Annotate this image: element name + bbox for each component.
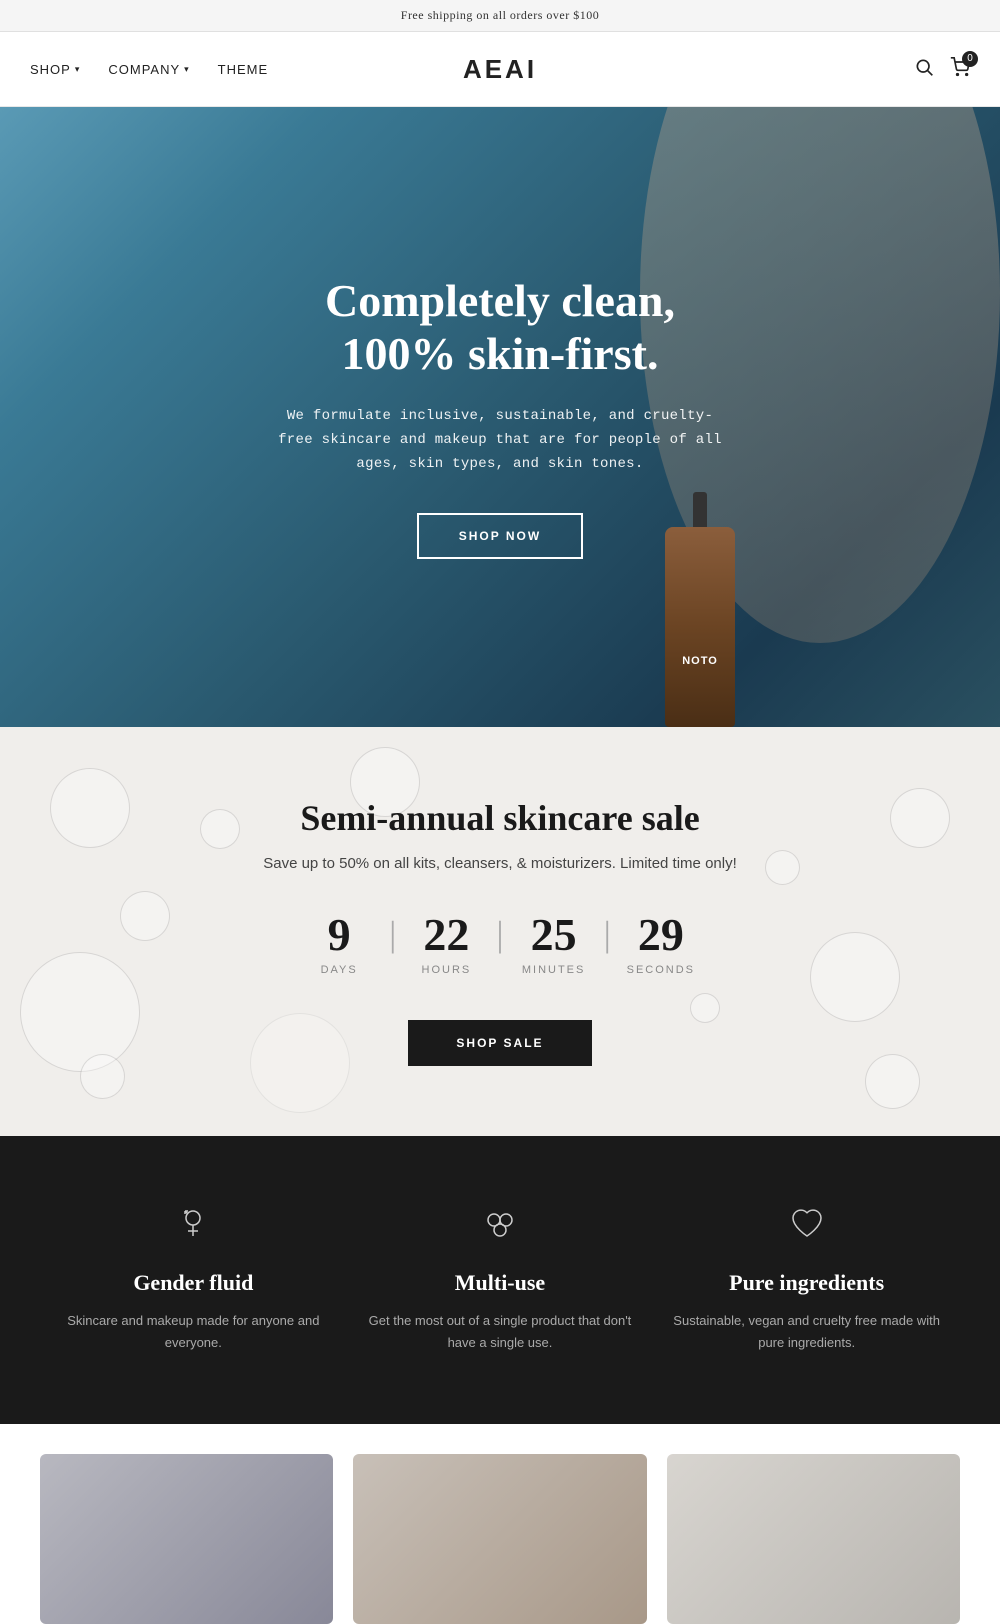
shop-nav-item[interactable]: SHOP ▾ [30,62,80,77]
theme-nav-item[interactable]: THEME [218,62,269,77]
announcement-text: Free shipping on all orders over $100 [401,8,599,22]
hours-value: 22 [406,912,486,958]
seconds-label: SECONDS [621,964,701,976]
minutes-label: MINUTES [514,964,594,976]
cart-count: 0 [962,51,978,67]
hours-label: HOURS [406,964,486,976]
countdown-timer: 9 DAYS | 22 HOURS | 25 MINUTES | 29 SECO… [30,912,970,976]
sale-subtitle: Save up to 50% on all kits, cleansers, &… [30,855,970,872]
hero-subtitle: We formulate inclusive, sustainable, and… [270,405,730,476]
separator-2: | [486,916,513,952]
separator-1: | [379,916,406,952]
days-value: 9 [299,912,379,958]
sale-section: Semi-annual skincare sale Save up to 50%… [0,727,1000,1136]
nav-left: SHOP ▾ COMPANY ▾ THEME [30,62,268,77]
hero-content: Completely clean, 100% skin-first. We fo… [250,275,750,558]
countdown-hours: 22 HOURS [406,912,486,976]
site-logo[interactable]: AEAI [463,54,537,85]
products-preview-section [0,1424,1000,1624]
countdown-seconds: 29 SECONDS [621,912,701,976]
feature-multi-use-desc: Get the most out of a single product tha… [360,1310,640,1354]
feature-gender-fluid: Gender fluid Skincare and makeup made fo… [53,1206,333,1354]
seconds-value: 29 [621,912,701,958]
product-preview-2[interactable] [353,1454,646,1624]
separator-3: | [594,916,621,952]
countdown-minutes: 25 MINUTES [514,912,594,976]
feature-gender-fluid-desc: Skincare and makeup made for anyone and … [53,1310,333,1354]
feature-pure-ingredients-title: Pure ingredients [667,1270,947,1296]
theme-label: THEME [218,62,269,77]
countdown-days: 9 DAYS [299,912,379,976]
features-section: Gender fluid Skincare and makeup made fo… [0,1136,1000,1424]
feature-pure-ingredients: Pure ingredients Sustainable, vegan and … [667,1206,947,1354]
product-preview-3[interactable] [667,1454,960,1624]
multi-use-icon [360,1206,640,1250]
feature-multi-use-title: Multi-use [360,1270,640,1296]
hero-section: NOTO Completely clean, 100% skin-first. … [0,107,1000,727]
days-label: DAYS [299,964,379,976]
minutes-value: 25 [514,912,594,958]
company-chevron-icon: ▾ [184,64,190,75]
nav-right: 0 [914,57,970,82]
sale-title: Semi-annual skincare sale [30,797,970,839]
navigation: SHOP ▾ COMPANY ▾ THEME AEAI 0 [0,32,1000,107]
company-label: COMPANY [108,62,180,77]
company-nav-item[interactable]: COMPANY ▾ [108,62,189,77]
feature-pure-ingredients-desc: Sustainable, vegan and cruelty free made… [667,1310,947,1354]
search-button[interactable] [914,57,934,82]
hero-cta-button[interactable]: SHOP NOW [417,513,583,559]
gender-fluid-icon [53,1206,333,1250]
sale-cta-button[interactable]: SHOP SALE [408,1020,591,1066]
feature-gender-fluid-title: Gender fluid [53,1270,333,1296]
product-preview-1[interactable] [40,1454,333,1624]
hero-title: Completely clean, 100% skin-first. [270,275,730,381]
heart-icon [667,1206,947,1250]
bottle-text: NOTO [682,655,718,667]
announcement-bar: Free shipping on all orders over $100 [0,0,1000,32]
cart-button[interactable]: 0 [950,57,970,82]
shop-label: SHOP [30,62,71,77]
shop-chevron-icon: ▾ [75,64,81,75]
feature-multi-use: Multi-use Get the most out of a single p… [360,1206,640,1354]
